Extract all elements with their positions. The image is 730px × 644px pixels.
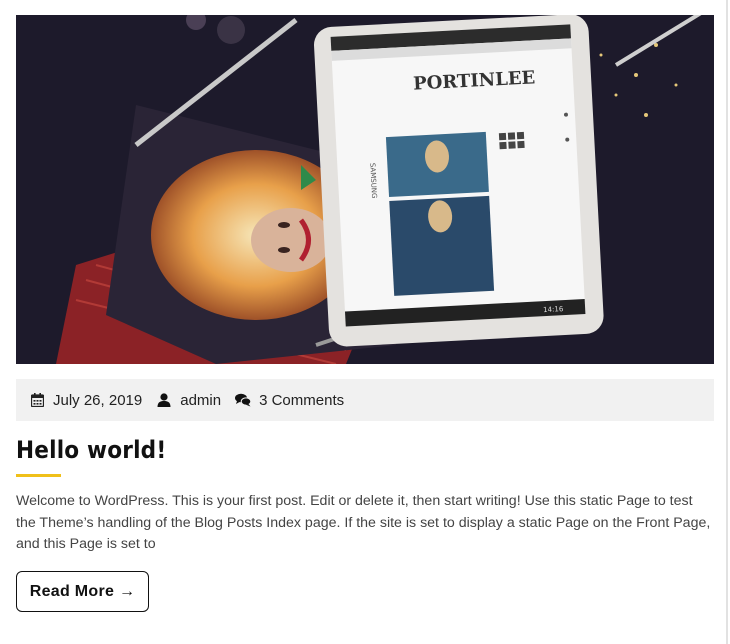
post-meta: July 26, 2019 admin 3 Comments (16, 379, 714, 421)
comments-icon (235, 392, 252, 408)
post-author-text: admin (180, 391, 222, 409)
post-author[interactable]: admin (156, 392, 221, 409)
post-comments[interactable]: 3 Comments (235, 392, 344, 409)
post-comments-text: 3 Comments (259, 391, 345, 409)
tablet-clock: 14:16 (543, 305, 564, 314)
user-icon (156, 392, 172, 408)
featured-image[interactable]: SAMSUNG PORTINLEE 14:16 (16, 15, 714, 364)
post-excerpt: Welcome to WordPress. This is your first… (16, 493, 711, 552)
read-more-button[interactable]: Read More → (16, 571, 149, 612)
post-date-text: July 26, 2019 (53, 391, 143, 409)
calendar-icon (29, 392, 45, 408)
post-title[interactable]: Hello world! (16, 436, 166, 464)
title-underline-accent (16, 474, 61, 477)
post-date[interactable]: July 26, 2019 (29, 392, 142, 409)
featured-image-illustration: SAMSUNG PORTINLEE 14:16 (16, 15, 714, 364)
